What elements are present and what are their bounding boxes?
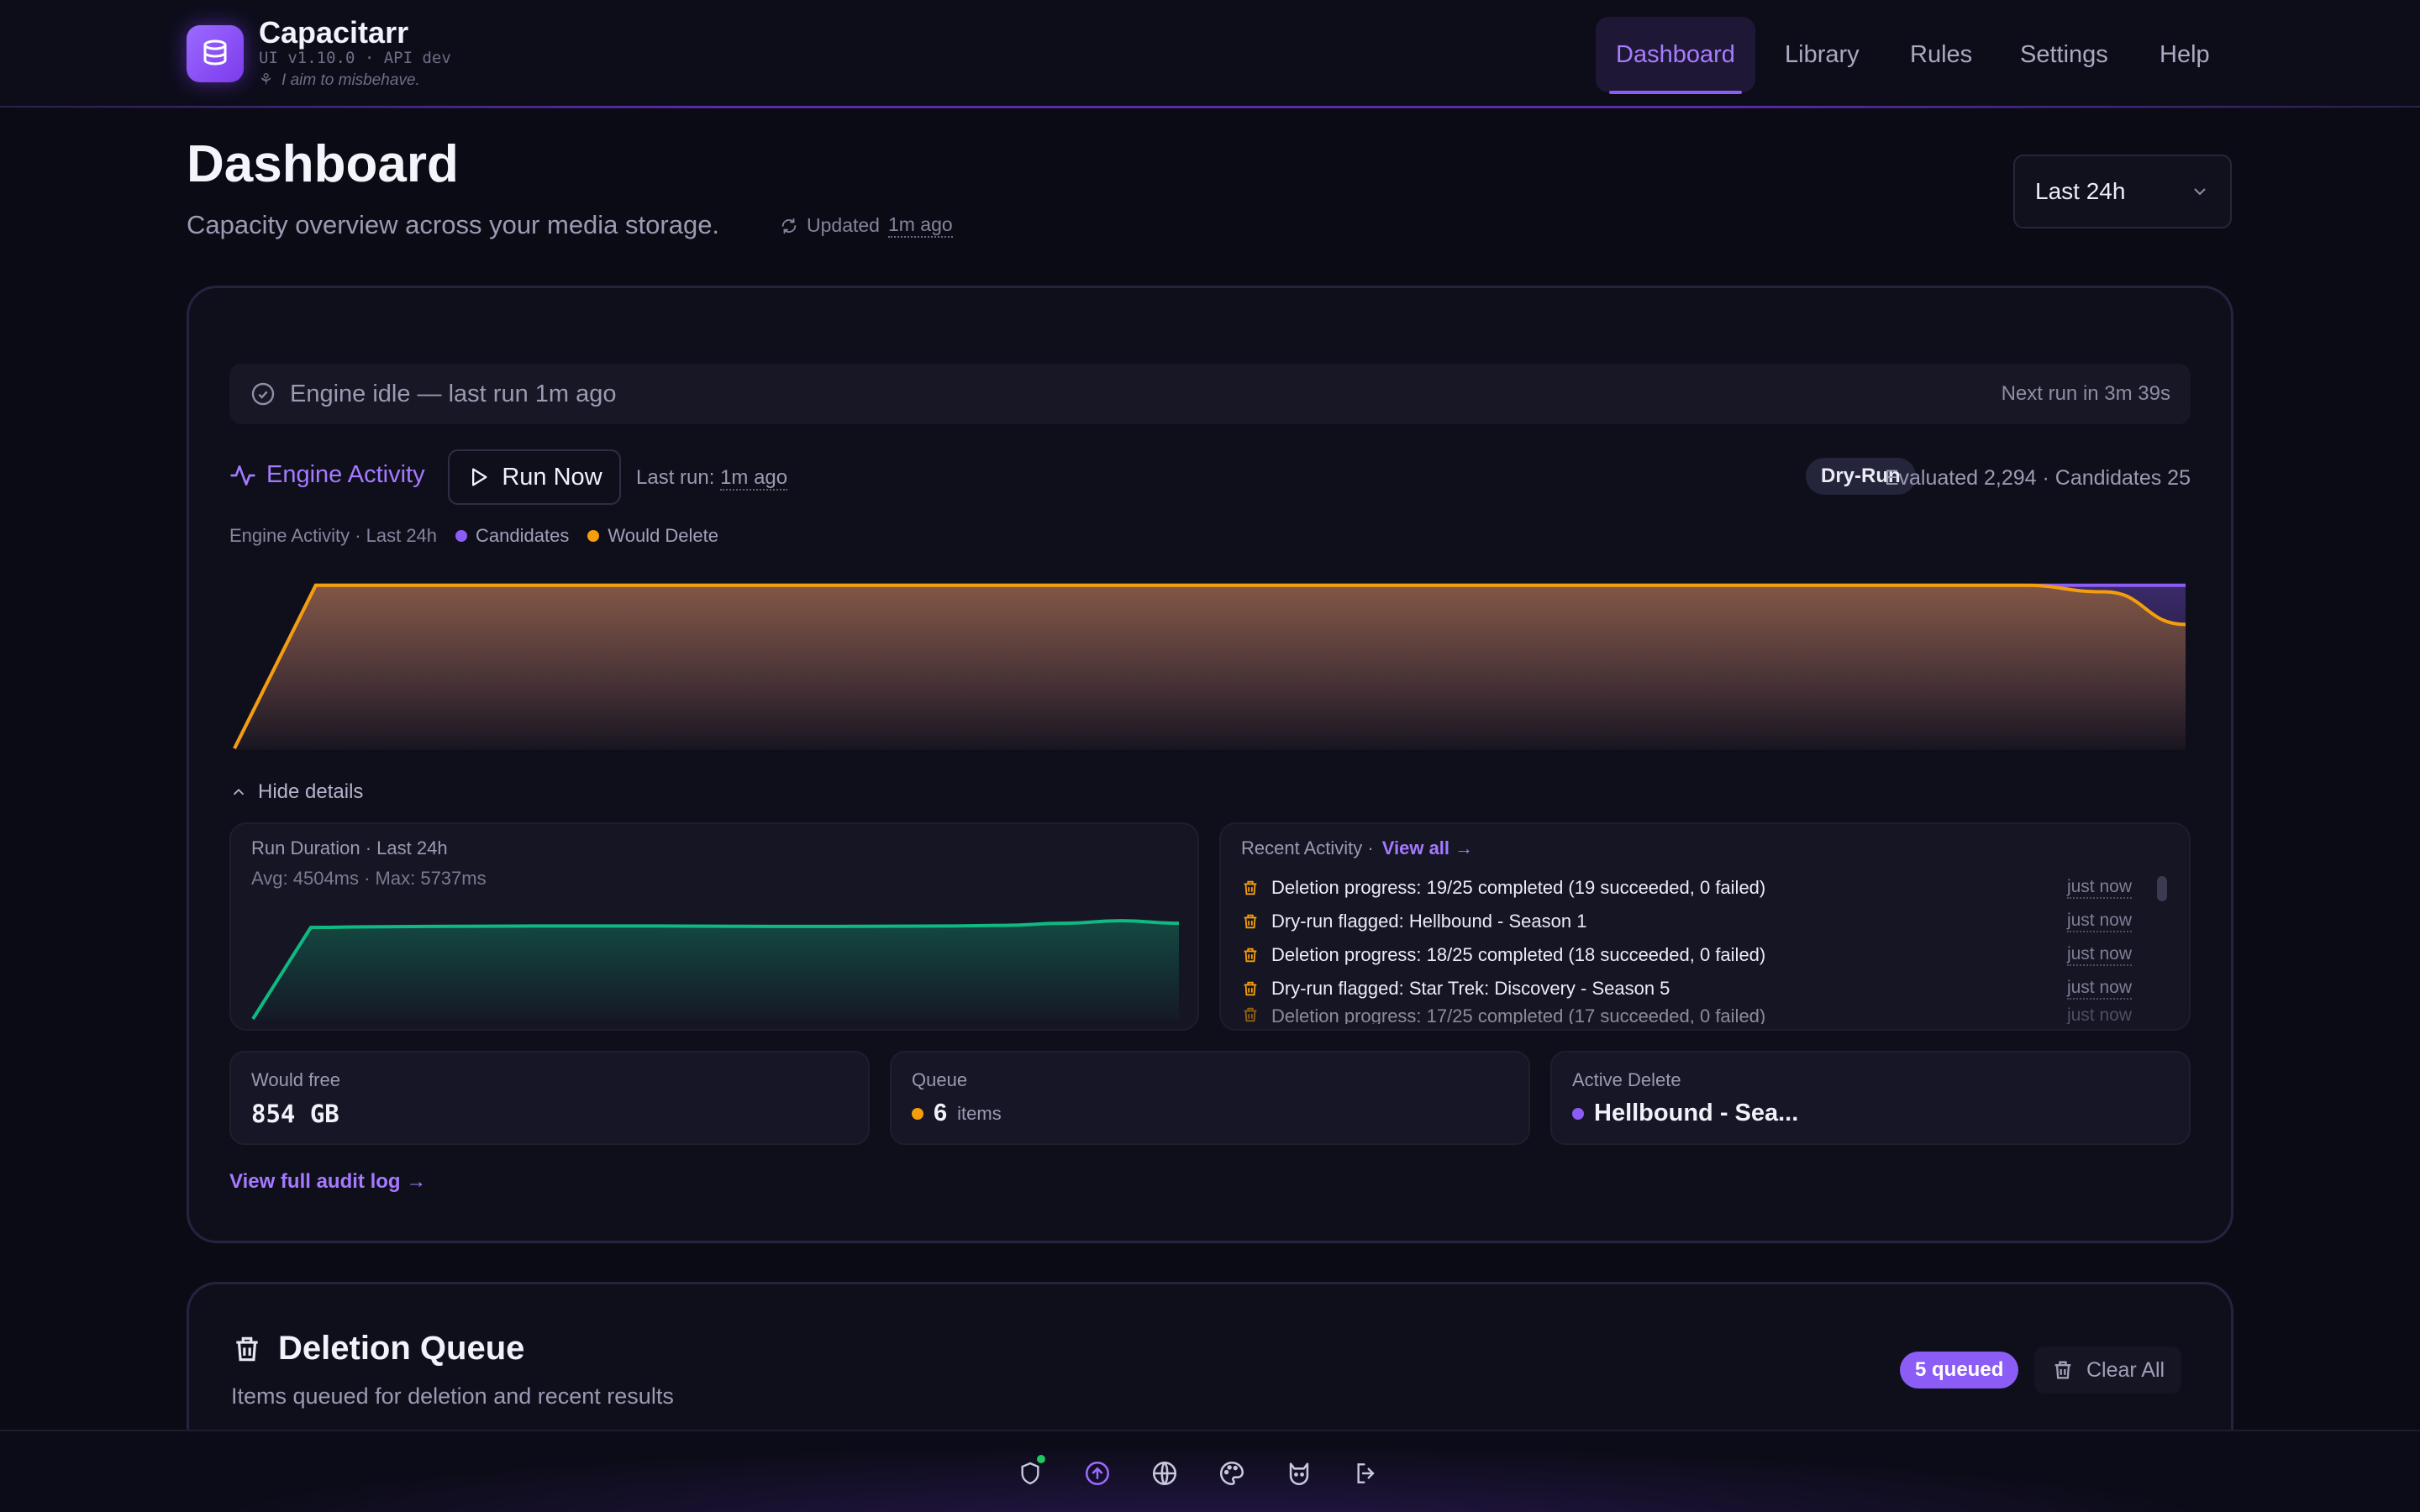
last-run-text: Last run: 1m ago xyxy=(636,466,788,491)
trash-icon xyxy=(1244,880,1257,895)
view-all-link[interactable]: View all → xyxy=(1382,837,1473,859)
chart-legend: Engine Activity · Last 24h Candidates Wo… xyxy=(229,525,718,547)
trash-icon xyxy=(236,1336,258,1361)
engine-card: Engine idle — last run 1m ago Next run i… xyxy=(187,286,2233,1243)
trash-icon xyxy=(2054,1361,2071,1379)
would-free-value: 854 GB xyxy=(251,1100,339,1128)
bottom-toolbar xyxy=(0,1430,2420,1512)
hide-details-toggle[interactable]: Hide details xyxy=(229,780,363,804)
updated-indicator: Updated 1m ago xyxy=(780,213,953,238)
chevron-up-icon xyxy=(233,788,245,795)
recent-activity-header: Recent Activity · View all → xyxy=(1241,837,1473,859)
time-range-value: Last 24h xyxy=(2035,178,2126,204)
top-navbar: Capacitarr UI v1.10.0 · API dev ⚘ I aim t… xyxy=(0,0,2420,108)
engine-activity-title: Engine Activity xyxy=(229,461,425,489)
engine-activity-row: Engine Activity Run Now Last run: 1m ago… xyxy=(229,449,2191,505)
play-icon xyxy=(472,468,487,486)
queued-count-badge: 5 queued xyxy=(1900,1352,2019,1389)
time-range-select[interactable]: Last 24h xyxy=(2013,155,2232,228)
activity-item[interactable]: Dry-run flagged: Hellbound - Season 1 jus… xyxy=(1241,905,2165,938)
run-duration-title: Run Duration · Last 24h xyxy=(251,837,448,858)
nav-settings[interactable]: Settings xyxy=(2000,17,2128,92)
deletion-queue-subtitle: Items queued for deletion and recent res… xyxy=(231,1383,674,1409)
queue-value: 6 items xyxy=(912,1100,1002,1127)
engine-activity-chart[interactable] xyxy=(233,574,2187,750)
activity-item[interactable]: Deletion progress: 17/25 completed (17 s… xyxy=(1241,1005,2165,1024)
brand-name[interactable]: Capacitarr xyxy=(259,15,408,50)
nav-rules[interactable]: Rules xyxy=(1890,17,1992,92)
tagline: ⚘ I aim to misbehave. xyxy=(259,71,420,89)
evaluation-summary: Evaluated 2,294 · Candidates 25 xyxy=(1884,466,2191,490)
run-duration-stats: Avg: 4504ms · Max: 5737ms xyxy=(251,868,487,889)
active-delete-value: Hellbound - Sea... xyxy=(1572,1100,1798,1127)
engine-status-text: Engine idle — last run 1m ago xyxy=(290,380,617,407)
database-logo-icon[interactable] xyxy=(187,25,244,82)
activity-item[interactable]: Deletion progress: 19/25 completed (19 s… xyxy=(1241,871,2165,905)
run-duration-panel: Run Duration · Last 24h Avg: 4504ms · Ma… xyxy=(229,822,1199,1031)
next-run-text: Next run in 3m 39s xyxy=(2001,382,2170,405)
chevron-down-icon xyxy=(2194,188,2206,196)
recent-activity-list: Deletion progress: 19/25 completed (19 s… xyxy=(1241,871,2165,1024)
check-circle-icon xyxy=(251,382,275,406)
page-title: Dashboard xyxy=(187,135,459,193)
updated-time: 1m ago xyxy=(887,213,953,238)
upload-icon[interactable] xyxy=(1076,1452,1119,1495)
footer-icon-bar xyxy=(1008,1452,1412,1495)
updated-label: Updated xyxy=(807,214,880,236)
activity-item[interactable]: Deletion progress: 18/25 completed (18 s… xyxy=(1241,938,2165,972)
cat-icon[interactable] xyxy=(1277,1452,1321,1495)
series-run-duration-area xyxy=(253,921,1179,1021)
engine-status-bar: Engine idle — last run 1m ago Next run i… xyxy=(229,364,2191,424)
legend-candidates[interactable]: Candidates xyxy=(455,525,569,547)
logout-icon[interactable] xyxy=(1344,1452,1388,1495)
activity-scrollbar[interactable] xyxy=(2157,876,2167,901)
page-subtitle: Capacity overview across your media stor… xyxy=(187,210,720,239)
legend-would-delete[interactable]: Would Delete xyxy=(587,525,718,547)
queue-stat: Queue 6 items xyxy=(890,1051,1530,1145)
chart-legend-title: Engine Activity · Last 24h xyxy=(229,525,438,546)
refresh-icon[interactable] xyxy=(780,217,798,235)
run-now-button[interactable]: Run Now xyxy=(448,449,621,505)
nav-dashboard-tab[interactable]: Dashboard xyxy=(1596,17,1755,94)
trash-icon xyxy=(1244,948,1257,963)
trash-icon xyxy=(1244,1007,1257,1022)
trash-icon xyxy=(1244,914,1257,929)
globe-icon[interactable] xyxy=(1143,1452,1186,1495)
trash-icon xyxy=(1244,981,1257,996)
active-delete-stat: Active Delete Hellbound - Sea... xyxy=(1550,1051,2191,1145)
activity-icon xyxy=(230,465,255,486)
would-free-stat: Would free 854 GB xyxy=(229,1051,870,1145)
recent-activity-panel: Recent Activity · View all → Deletion pr… xyxy=(1219,822,2191,1031)
clear-all-button[interactable]: Clear All xyxy=(2034,1347,2182,1394)
run-duration-chart[interactable] xyxy=(251,895,1181,1021)
series-would-delete-area xyxy=(234,585,2186,750)
version-label: UI v1.10.0 · API dev xyxy=(259,49,451,67)
nav-library[interactable]: Library xyxy=(1765,17,1880,92)
palette-icon[interactable] xyxy=(1210,1452,1254,1495)
nav-help[interactable]: Help xyxy=(2139,17,2230,92)
leaf-icon: ⚘ xyxy=(259,71,274,89)
shield-icon[interactable] xyxy=(1008,1452,1052,1495)
deletion-queue-title: Deletion Queue xyxy=(231,1330,524,1368)
activity-item[interactable]: Dry-run flagged: Star Trek: Discovery - … xyxy=(1241,972,2165,1005)
audit-log-link[interactable]: View full audit log → xyxy=(229,1170,426,1194)
navbar-accent-line xyxy=(0,106,2420,108)
recent-activity-title: Recent Activity · xyxy=(1241,837,1374,858)
